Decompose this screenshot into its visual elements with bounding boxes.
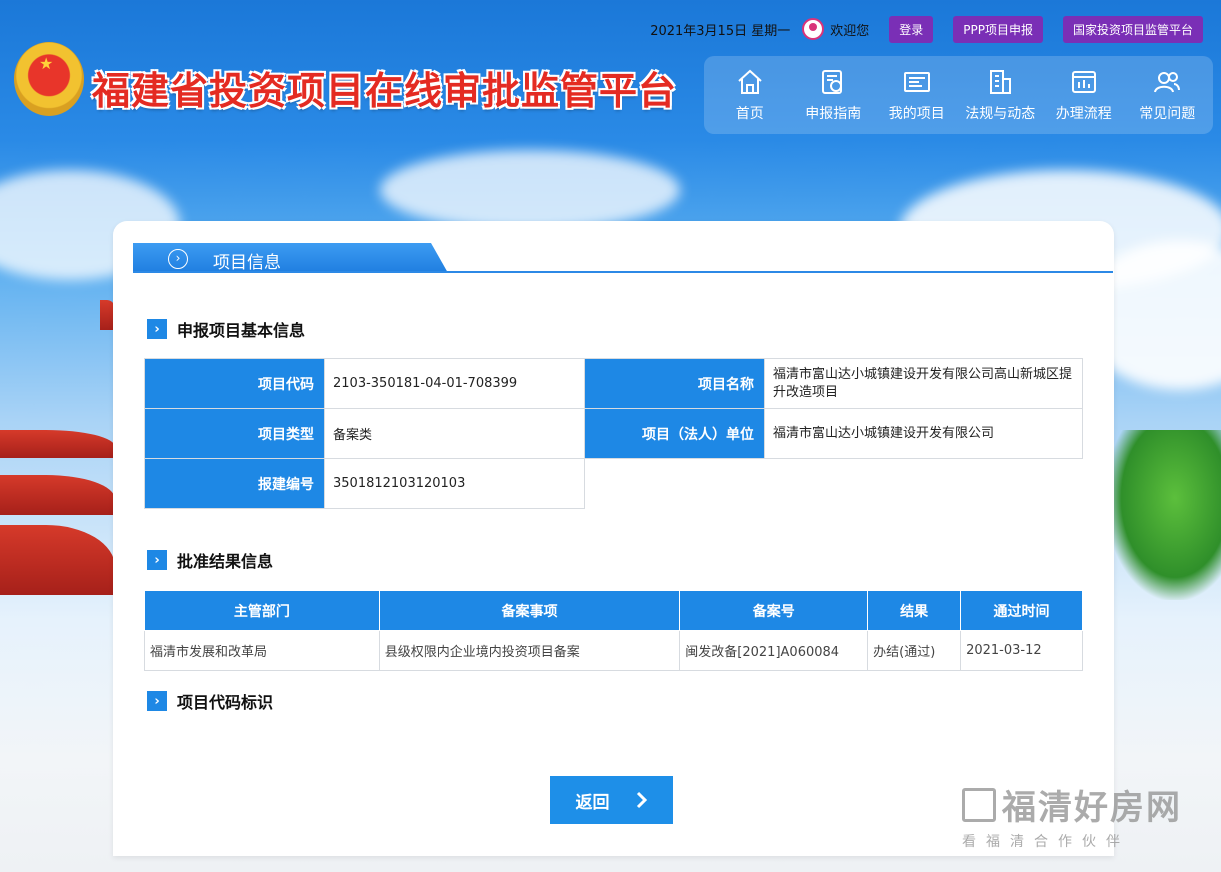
nav-item-process[interactable]: 办理流程: [1042, 67, 1126, 123]
table-cell: 福清市发展和改革局: [144, 630, 380, 671]
tab-title: 项目信息: [213, 253, 281, 273]
project-info-card: › 项目信息 › 申报项目基本信息 项目代码 2103-350181-04-01…: [113, 221, 1114, 856]
back-label: 返回: [575, 792, 610, 813]
main-nav: 首页 申报指南 我的项目 法规与动态 办理流程 常见问题: [704, 56, 1213, 134]
national-platform-button[interactable]: 国家投资项目监管平台: [1062, 15, 1203, 43]
watermark-sub-text: 看福清合作伙伴: [962, 834, 1130, 850]
guide-icon: [822, 70, 843, 94]
project-icon: [903, 72, 930, 92]
tab-divider: [133, 271, 1113, 273]
cloud-decoration: [380, 150, 680, 230]
site-title: 福建省投资项目在线审批监管平台: [92, 68, 678, 113]
basic-info-table: 项目代码 2103-350181-04-01-708399 项目名称 福清市富山…: [144, 358, 1083, 509]
home-icon: [738, 69, 762, 94]
card-tab: › 项目信息: [133, 243, 448, 273]
project-type-value: 备案类: [324, 408, 585, 459]
table-header-row: 主管部门 备案事项 备案号 结果 通过时间: [144, 590, 1083, 631]
trees-decoration: [1106, 430, 1221, 600]
column-header: 备案号: [679, 590, 869, 631]
project-code-value: 2103-350181-04-01-708399: [324, 358, 585, 409]
project-code-label: 项目代码: [144, 358, 325, 409]
section-arrow-icon: ›: [147, 550, 167, 570]
section-title: 项目代码标识: [177, 693, 274, 712]
chevron-right-circle-icon: ›: [168, 249, 188, 269]
approval-result-table: 主管部门 备案事项 备案号 结果 通过时间 福清市发展和改革局 县级权限内企业境…: [144, 590, 1083, 671]
pagoda-decoration: [0, 300, 118, 620]
welcome-text: 欢迎您: [830, 23, 870, 39]
table-row: 项目类型 备案类 项目（法人）单位 福清市富山达小城镇建设开发有限公司: [144, 408, 1083, 459]
project-name-value: 福清市富山达小城镇建设开发有限公司高山新城区提升改造项目: [764, 358, 1083, 409]
table-cell: 闽发改备[2021]A060084: [679, 630, 869, 671]
nav-item-my-projects[interactable]: 我的项目: [875, 67, 959, 123]
column-header: 备案事项: [378, 590, 681, 631]
chevron-right-icon: [636, 791, 647, 809]
report-number-value: 3501812103120103: [324, 458, 585, 509]
section-arrow-icon: ›: [147, 691, 167, 711]
project-name-label: 项目名称: [584, 358, 765, 409]
national-emblem-icon: ★: [14, 42, 84, 116]
table-row: 项目代码 2103-350181-04-01-708399 项目名称 福清市富山…: [144, 358, 1083, 409]
user-avatar-icon: [802, 18, 825, 40]
section-title: 申报项目基本信息: [177, 321, 306, 340]
section-code-header: › 项目代码标识: [147, 689, 273, 713]
table-cell: 办结(通过): [867, 630, 962, 671]
table-cell: 县级权限内企业境内投资项目备案: [378, 630, 681, 671]
users-icon: [1154, 72, 1181, 93]
column-header: 通过时间: [960, 590, 1083, 631]
report-number-label: 报建编号: [144, 458, 325, 509]
project-unit-label: 项目（法人）单位: [584, 408, 765, 459]
watermark: 福清好房网 看福清合作伙伴: [962, 780, 1182, 851]
section-title: 批准结果信息: [177, 552, 274, 571]
section-approval-header: › 批准结果信息: [147, 548, 273, 572]
project-unit-value: 福清市富山达小城镇建设开发有限公司: [764, 408, 1083, 459]
table-cell: 2021-03-12: [960, 630, 1083, 671]
table-row: 福清市发展和改革局 县级权限内企业境内投资项目备案 闽发改备[2021]A060…: [144, 630, 1083, 671]
watermark-logo-icon: [962, 787, 996, 822]
watermark-main-text: 福清好房网: [1002, 788, 1182, 828]
column-header: 结果: [867, 590, 962, 631]
ppp-report-button[interactable]: PPP项目申报: [953, 15, 1043, 43]
nav-item-home[interactable]: 首页: [708, 67, 792, 123]
nav-item-regulations[interactable]: 法规与动态: [959, 67, 1043, 123]
site-header: ★ 福建省投资项目在线审批监管平台 2021年3月15日 星期一 欢迎您 登录 …: [0, 0, 1221, 145]
nav-item-faq[interactable]: 常见问题: [1126, 67, 1210, 123]
building-icon: [990, 70, 1012, 94]
nav-item-guide[interactable]: 申报指南: [792, 67, 876, 123]
section-arrow-icon: ›: [147, 319, 167, 339]
back-button[interactable]: 返回: [550, 776, 673, 824]
top-bar: 2021年3月15日 星期一 欢迎您 登录 PPP项目申报 国家投资项目监管平台: [650, 15, 1203, 43]
column-header: 主管部门: [144, 590, 380, 631]
current-date: 2021年3月15日 星期一: [650, 23, 791, 39]
table-row: 报建编号 3501812103120103: [144, 458, 1083, 509]
section-basic-info-header: › 申报项目基本信息: [147, 317, 305, 341]
login-button[interactable]: 登录: [889, 15, 934, 43]
process-icon: [1071, 71, 1096, 93]
project-type-label: 项目类型: [144, 408, 325, 459]
